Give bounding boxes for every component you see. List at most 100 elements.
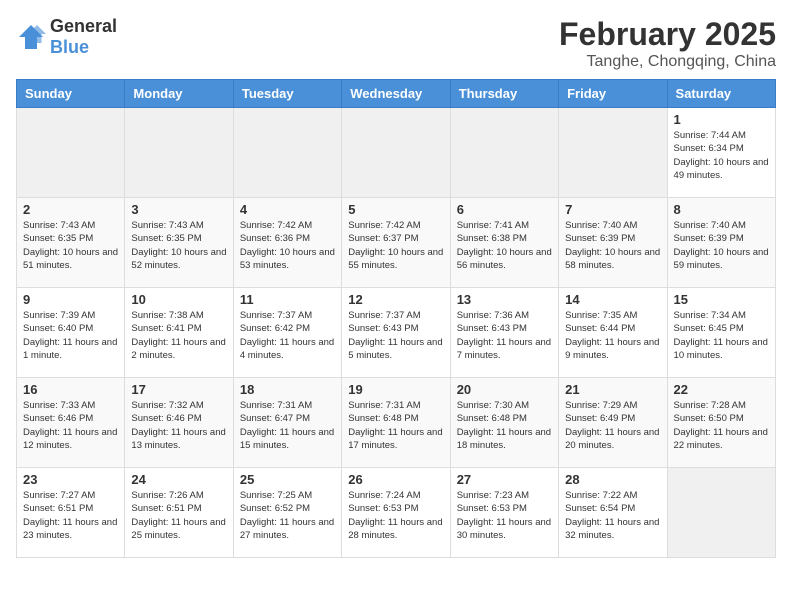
day-number: 18 bbox=[240, 382, 335, 397]
calendar-cell: 9 Sunrise: 7:39 AM Sunset: 6:40 PM Daylig… bbox=[17, 288, 125, 378]
day-info: Sunrise: 7:33 AM Sunset: 6:46 PM Dayligh… bbox=[23, 399, 118, 452]
day-info: Sunrise: 7:29 AM Sunset: 6:49 PM Dayligh… bbox=[565, 399, 660, 452]
calendar-cell bbox=[233, 108, 341, 198]
day-info: Sunrise: 7:27 AM Sunset: 6:51 PM Dayligh… bbox=[23, 489, 118, 542]
day-info: Sunrise: 7:42 AM Sunset: 6:36 PM Dayligh… bbox=[240, 219, 335, 272]
calendar-cell: 6 Sunrise: 7:41 AM Sunset: 6:38 PM Daylig… bbox=[450, 198, 558, 288]
weekday-header-tuesday: Tuesday bbox=[233, 80, 341, 108]
calendar-cell bbox=[450, 108, 558, 198]
day-info: Sunrise: 7:22 AM Sunset: 6:54 PM Dayligh… bbox=[565, 489, 660, 542]
day-number: 23 bbox=[23, 472, 118, 487]
calendar: SundayMondayTuesdayWednesdayThursdayFrid… bbox=[16, 79, 776, 558]
day-number: 14 bbox=[565, 292, 660, 307]
calendar-cell: 20Sunrise: 7:30 AM Sunset: 6:48 PM Dayli… bbox=[450, 378, 558, 468]
calendar-body: 1 Sunrise: 7:44 AM Sunset: 6:34 PM Daylig… bbox=[17, 108, 776, 558]
calendar-cell bbox=[17, 108, 125, 198]
day-number: 16 bbox=[23, 382, 118, 397]
location-title: Tanghe, Chongqing, China bbox=[559, 53, 776, 71]
weekday-header-saturday: Saturday bbox=[667, 80, 775, 108]
calendar-cell: 13Sunrise: 7:36 AM Sunset: 6:43 PM Dayli… bbox=[450, 288, 558, 378]
calendar-week-row: 9 Sunrise: 7:39 AM Sunset: 6:40 PM Daylig… bbox=[17, 288, 776, 378]
day-info: Sunrise: 7:40 AM Sunset: 6:39 PM Dayligh… bbox=[565, 219, 660, 272]
day-info: Sunrise: 7:34 AM Sunset: 6:45 PM Dayligh… bbox=[674, 309, 769, 362]
day-number: 12 bbox=[348, 292, 443, 307]
day-info: Sunrise: 7:44 AM Sunset: 6:34 PM Dayligh… bbox=[674, 129, 769, 182]
calendar-cell bbox=[342, 108, 450, 198]
day-info: Sunrise: 7:36 AM Sunset: 6:43 PM Dayligh… bbox=[457, 309, 552, 362]
day-number: 20 bbox=[457, 382, 552, 397]
calendar-cell: 11 Sunrise: 7:37 AM Sunset: 6:42 PM Dayli… bbox=[233, 288, 341, 378]
day-number: 11 bbox=[240, 292, 335, 307]
day-info: Sunrise: 7:28 AM Sunset: 6:50 PM Dayligh… bbox=[674, 399, 769, 452]
day-number: 10 bbox=[131, 292, 226, 307]
calendar-cell bbox=[559, 108, 667, 198]
calendar-week-row: 23 Sunrise: 7:27 AM Sunset: 6:51 PM Dayli… bbox=[17, 468, 776, 558]
day-number: 6 bbox=[457, 202, 552, 217]
calendar-cell: 18 Sunrise: 7:31 AM Sunset: 6:47 PM Dayli… bbox=[233, 378, 341, 468]
day-info: Sunrise: 7:23 AM Sunset: 6:53 PM Dayligh… bbox=[457, 489, 552, 542]
calendar-header: SundayMondayTuesdayWednesdayThursdayFrid… bbox=[17, 80, 776, 108]
calendar-cell: 8 Sunrise: 7:40 AM Sunset: 6:39 PM Daylig… bbox=[667, 198, 775, 288]
day-number: 17 bbox=[131, 382, 226, 397]
calendar-week-row: 2 Sunrise: 7:43 AM Sunset: 6:35 PM Daylig… bbox=[17, 198, 776, 288]
day-number: 8 bbox=[674, 202, 769, 217]
calendar-cell: 19Sunrise: 7:31 AM Sunset: 6:48 PM Dayli… bbox=[342, 378, 450, 468]
calendar-cell bbox=[125, 108, 233, 198]
day-info: Sunrise: 7:31 AM Sunset: 6:47 PM Dayligh… bbox=[240, 399, 335, 452]
day-info: Sunrise: 7:35 AM Sunset: 6:44 PM Dayligh… bbox=[565, 309, 660, 362]
calendar-cell: 23 Sunrise: 7:27 AM Sunset: 6:51 PM Dayli… bbox=[17, 468, 125, 558]
calendar-cell: 16 Sunrise: 7:33 AM Sunset: 6:46 PM Dayli… bbox=[17, 378, 125, 468]
weekday-header-monday: Monday bbox=[125, 80, 233, 108]
weekday-header-thursday: Thursday bbox=[450, 80, 558, 108]
logo-icon bbox=[16, 22, 46, 52]
day-number: 25 bbox=[240, 472, 335, 487]
day-number: 27 bbox=[457, 472, 552, 487]
calendar-cell: 12 Sunrise: 7:37 AM Sunset: 6:43 PM Dayli… bbox=[342, 288, 450, 378]
calendar-cell: 25 Sunrise: 7:25 AM Sunset: 6:52 PM Dayli… bbox=[233, 468, 341, 558]
calendar-cell: 3Sunrise: 7:43 AM Sunset: 6:35 PM Daylig… bbox=[125, 198, 233, 288]
day-number: 2 bbox=[23, 202, 118, 217]
weekday-header-friday: Friday bbox=[559, 80, 667, 108]
day-info: Sunrise: 7:37 AM Sunset: 6:43 PM Dayligh… bbox=[348, 309, 443, 362]
calendar-cell: 15 Sunrise: 7:34 AM Sunset: 6:45 PM Dayli… bbox=[667, 288, 775, 378]
day-info: Sunrise: 7:38 AM Sunset: 6:41 PM Dayligh… bbox=[131, 309, 226, 362]
weekday-header-row: SundayMondayTuesdayWednesdayThursdayFrid… bbox=[17, 80, 776, 108]
day-info: Sunrise: 7:26 AM Sunset: 6:51 PM Dayligh… bbox=[131, 489, 226, 542]
calendar-cell: 7 Sunrise: 7:40 AM Sunset: 6:39 PM Daylig… bbox=[559, 198, 667, 288]
day-number: 21 bbox=[565, 382, 660, 397]
day-info: Sunrise: 7:43 AM Sunset: 6:35 PM Dayligh… bbox=[23, 219, 118, 272]
day-info: Sunrise: 7:31 AM Sunset: 6:48 PM Dayligh… bbox=[348, 399, 443, 452]
day-info: Sunrise: 7:41 AM Sunset: 6:38 PM Dayligh… bbox=[457, 219, 552, 272]
weekday-header-sunday: Sunday bbox=[17, 80, 125, 108]
logo: General Blue bbox=[16, 16, 117, 58]
calendar-cell: 27 Sunrise: 7:23 AM Sunset: 6:53 PM Dayli… bbox=[450, 468, 558, 558]
calendar-cell: 22 Sunrise: 7:28 AM Sunset: 6:50 PM Dayli… bbox=[667, 378, 775, 468]
day-number: 9 bbox=[23, 292, 118, 307]
day-info: Sunrise: 7:25 AM Sunset: 6:52 PM Dayligh… bbox=[240, 489, 335, 542]
day-number: 26 bbox=[348, 472, 443, 487]
calendar-cell: 10 Sunrise: 7:38 AM Sunset: 6:41 PM Dayli… bbox=[125, 288, 233, 378]
day-number: 3 bbox=[131, 202, 226, 217]
day-info: Sunrise: 7:42 AM Sunset: 6:37 PM Dayligh… bbox=[348, 219, 443, 272]
day-number: 22 bbox=[674, 382, 769, 397]
day-number: 24 bbox=[131, 472, 226, 487]
day-info: Sunrise: 7:39 AM Sunset: 6:40 PM Dayligh… bbox=[23, 309, 118, 362]
calendar-cell bbox=[667, 468, 775, 558]
calendar-cell: 28 Sunrise: 7:22 AM Sunset: 6:54 PM Dayli… bbox=[559, 468, 667, 558]
logo-general: General bbox=[50, 16, 117, 36]
calendar-cell: 26Sunrise: 7:24 AM Sunset: 6:53 PM Dayli… bbox=[342, 468, 450, 558]
weekday-header-wednesday: Wednesday bbox=[342, 80, 450, 108]
day-number: 28 bbox=[565, 472, 660, 487]
calendar-cell: 1 Sunrise: 7:44 AM Sunset: 6:34 PM Daylig… bbox=[667, 108, 775, 198]
day-info: Sunrise: 7:40 AM Sunset: 6:39 PM Dayligh… bbox=[674, 219, 769, 272]
calendar-cell: 5 Sunrise: 7:42 AM Sunset: 6:37 PM Daylig… bbox=[342, 198, 450, 288]
day-info: Sunrise: 7:37 AM Sunset: 6:42 PM Dayligh… bbox=[240, 309, 335, 362]
calendar-cell: 21 Sunrise: 7:29 AM Sunset: 6:49 PM Dayli… bbox=[559, 378, 667, 468]
day-number: 7 bbox=[565, 202, 660, 217]
day-number: 4 bbox=[240, 202, 335, 217]
day-number: 1 bbox=[674, 112, 769, 127]
header: General Blue February 2025 Tanghe, Chong… bbox=[16, 16, 776, 71]
day-number: 5 bbox=[348, 202, 443, 217]
day-number: 15 bbox=[674, 292, 769, 307]
calendar-cell: 2 Sunrise: 7:43 AM Sunset: 6:35 PM Daylig… bbox=[17, 198, 125, 288]
